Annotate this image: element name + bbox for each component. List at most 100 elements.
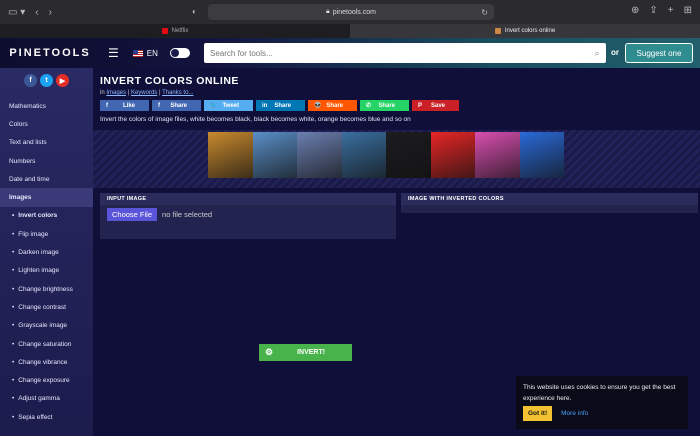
facebook-icon[interactable]: f bbox=[24, 74, 37, 87]
sidebar-subitem[interactable]: Flip image bbox=[0, 225, 93, 243]
share-button-label: Share bbox=[378, 102, 395, 109]
back-icon[interactable]: ‹ bbox=[35, 7, 38, 18]
crumb-thanks-link[interactable]: Thanks to... bbox=[162, 90, 193, 96]
suggest-button[interactable]: Suggest one bbox=[625, 43, 693, 63]
sidebar-subitem[interactable]: Change exposure bbox=[0, 371, 93, 389]
sidebar-subitem[interactable]: Invert colors bbox=[0, 207, 93, 225]
search-input[interactable] bbox=[204, 43, 588, 63]
game-thumbnail[interactable] bbox=[475, 132, 520, 178]
sidebar-subitem[interactable]: Grayscale image bbox=[0, 317, 93, 335]
share-button-label: Share bbox=[170, 102, 187, 109]
sidebar-subitem[interactable]: Change saturation bbox=[0, 335, 93, 353]
privacy-shield-icon[interactable]: ◐ bbox=[192, 7, 197, 16]
share-button[interactable]: 👽 Share bbox=[308, 100, 357, 111]
crumb-separator: | bbox=[127, 90, 130, 96]
forward-icon[interactable]: › bbox=[49, 7, 52, 18]
game-thumbnail[interactable] bbox=[519, 132, 564, 178]
sidebar-subitem[interactable]: Lighten image bbox=[0, 262, 93, 280]
invert-button[interactable]: ⚙ INVERT! bbox=[259, 344, 352, 361]
sidebar-subitem[interactable]: Darken image bbox=[0, 243, 93, 261]
crumb-separator: | bbox=[158, 90, 161, 96]
choose-file-button[interactable]: Choose File bbox=[107, 208, 158, 221]
game-banner[interactable] bbox=[208, 132, 564, 178]
address-bar[interactable]: 🔒︎ pinetools.com ↻ bbox=[208, 4, 494, 20]
youtube-icon[interactable]: ▶ bbox=[56, 74, 69, 87]
browser-tab[interactable]: Netflix bbox=[0, 24, 350, 38]
sidebar-toggle-icon[interactable]: ▭ ▾ bbox=[8, 7, 25, 18]
game-thumbnail[interactable] bbox=[386, 132, 431, 178]
tab-bar: Netflix Invert colors online bbox=[0, 24, 700, 38]
download-icon[interactable]: ⊕ bbox=[631, 5, 639, 16]
gear-icon: ⚙ bbox=[265, 347, 274, 357]
share-service-icon: f bbox=[106, 102, 108, 109]
reload-icon[interactable]: ↻ bbox=[481, 8, 488, 17]
cookie-banner: This website uses cookies to ensure you … bbox=[516, 376, 688, 429]
browser-tab[interactable]: Invert colors online bbox=[350, 24, 700, 38]
tab-label: Invert colors online bbox=[504, 28, 556, 34]
tab-label: Netflix bbox=[171, 28, 189, 34]
share-button[interactable]: in Share bbox=[256, 100, 305, 111]
search-box: ⌕ bbox=[204, 43, 606, 63]
more-info-link[interactable]: More info bbox=[561, 408, 588, 419]
share-service-icon: P bbox=[418, 102, 423, 109]
share-button[interactable]: f Share bbox=[152, 100, 201, 111]
or-label: or bbox=[611, 48, 619, 57]
social-links: f t ▶ bbox=[0, 68, 93, 97]
sidebar-category[interactable]: Numbers bbox=[0, 152, 93, 170]
search-icon[interactable]: ⌕ bbox=[588, 48, 606, 59]
share-buttons: f Like f Share 🐦 Tweet in Share 👽 Share ✆ Share P Sav… bbox=[100, 100, 693, 111]
invert-button-label: INVERT! bbox=[297, 349, 326, 356]
sidebar-category[interactable]: Colors bbox=[0, 115, 93, 133]
cookie-text: This website uses cookies to ensure you … bbox=[523, 384, 676, 402]
share-button-label: Tweet bbox=[222, 102, 239, 109]
share-button[interactable]: 🐦 Tweet bbox=[204, 100, 253, 111]
share-icon[interactable]: ⇪ bbox=[649, 5, 657, 16]
sidebar-category[interactable]: Date and time bbox=[0, 170, 93, 188]
share-button[interactable]: f Like bbox=[100, 100, 149, 111]
sidebar-subitem[interactable]: Change vibrance bbox=[0, 353, 93, 371]
banner-background bbox=[93, 130, 700, 188]
got-it-button[interactable]: Got it! bbox=[523, 406, 553, 421]
game-thumbnail[interactable] bbox=[252, 132, 297, 178]
output-image-panel: IMAGE WITH INVERTED COLORS bbox=[401, 193, 698, 213]
page-description: Invert the colors of image files, white … bbox=[100, 116, 411, 123]
sidebar-subitem[interactable]: Sepia effect bbox=[0, 408, 93, 426]
share-button-label: Share bbox=[326, 102, 343, 109]
language-label: EN bbox=[146, 48, 158, 58]
hamburger-menu-icon[interactable]: ☰ bbox=[108, 46, 119, 60]
share-button-label: Save bbox=[430, 102, 445, 109]
crumb-images-link[interactable]: Images bbox=[106, 90, 126, 96]
game-thumbnail[interactable] bbox=[297, 132, 342, 178]
address-text: pinetools.com bbox=[332, 8, 376, 16]
game-thumbnail[interactable] bbox=[341, 132, 386, 178]
share-button[interactable]: ✆ Share bbox=[360, 100, 409, 111]
site-logo[interactable]: PINETOOLS bbox=[0, 47, 100, 59]
browser-toolbar: ▭ ▾ ‹ › ◐ 🔒︎ pinetools.com ↻ ⊕ ⇪ + ⊞ bbox=[0, 0, 700, 24]
site-header: PINETOOLS ☰ EN ⌕ or Suggest one bbox=[0, 38, 700, 68]
share-service-icon: in bbox=[262, 102, 268, 109]
game-thumbnail[interactable] bbox=[430, 132, 475, 178]
input-image-panel: INPUT IMAGE Choose File no file selected bbox=[100, 193, 396, 239]
sidebar-category-images[interactable]: Images bbox=[0, 188, 93, 207]
twitter-icon[interactable]: t bbox=[40, 74, 53, 87]
lock-icon: 🔒︎ bbox=[326, 8, 330, 15]
crumb-keywords-link[interactable]: Keywords bbox=[131, 90, 157, 96]
share-button[interactable]: P Save bbox=[412, 100, 459, 111]
sidebar-subitem[interactable]: Change brightness bbox=[0, 280, 93, 298]
input-panel-title: INPUT IMAGE bbox=[100, 193, 396, 205]
tab-favicon-icon bbox=[161, 28, 168, 34]
sidebar-subitem[interactable]: Adjust gamma bbox=[0, 390, 93, 408]
new-tab-icon[interactable]: + bbox=[668, 5, 674, 16]
share-service-icon: 🐦 bbox=[210, 103, 218, 109]
sidebar-category[interactable]: Mathematics bbox=[0, 97, 93, 115]
sidebar-category[interactable]: Text and lists bbox=[0, 134, 93, 152]
dark-mode-toggle[interactable] bbox=[169, 48, 190, 58]
game-thumbnail[interactable] bbox=[208, 132, 253, 178]
sidebar-subitem[interactable]: Change contrast bbox=[0, 298, 93, 316]
tab-overview-icon[interactable]: ⊞ bbox=[684, 5, 692, 16]
page-title: INVERT COLORS ONLINE bbox=[100, 75, 239, 87]
tab-favicon-icon bbox=[494, 28, 501, 34]
language-selector[interactable]: EN bbox=[132, 48, 158, 58]
share-button-label: Like bbox=[122, 102, 135, 109]
sidebar: f t ▶ Mathematics Colors Text and lists Numbe… bbox=[0, 68, 93, 436]
